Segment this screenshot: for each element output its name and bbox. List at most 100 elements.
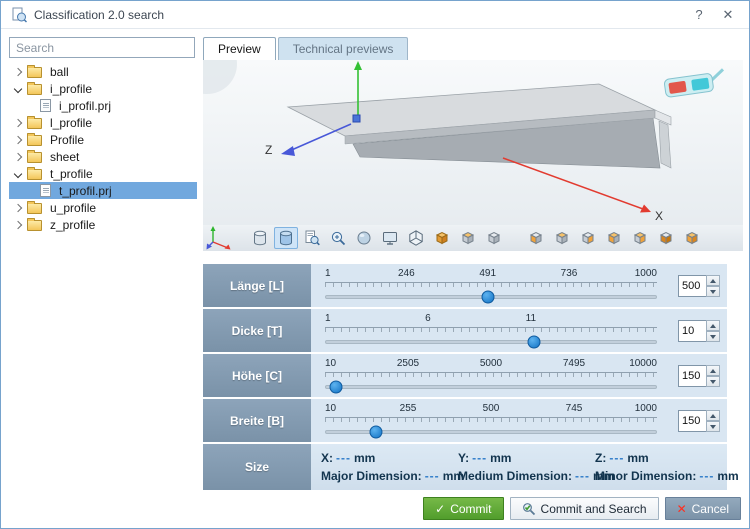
toolbar-icon[interactable] — [248, 227, 272, 249]
spin-down-button[interactable] — [706, 375, 720, 387]
toolbar-icon[interactable] — [430, 227, 454, 249]
spin-up-button[interactable] — [706, 274, 720, 286]
toolbar-icon[interactable] — [274, 227, 298, 249]
dimension-readout: Major Dimension: --- mm — [321, 469, 465, 483]
toolbar-icon[interactable] — [404, 227, 428, 249]
value-input[interactable] — [678, 319, 706, 342]
tick-label: 1000 — [634, 268, 657, 279]
spin-up-button[interactable] — [706, 409, 720, 421]
toolbar-icon[interactable] — [300, 227, 324, 249]
toolbar-main-group — [248, 227, 506, 249]
expander-icon[interactable] — [13, 67, 23, 76]
tree-item[interactable]: z_profile — [9, 216, 197, 233]
expander-icon[interactable] — [13, 203, 23, 212]
expander-icon[interactable] — [13, 84, 23, 93]
slider-track[interactable] — [325, 380, 657, 394]
cancel-button[interactable]: ✕ Cancel — [664, 497, 741, 520]
watermark-circle — [203, 60, 237, 94]
z-axis-arrow: Z — [265, 123, 352, 157]
project-file-icon — [40, 184, 51, 197]
slider-label: Dicke [T] — [203, 309, 311, 352]
tree-item[interactable]: sheet — [9, 148, 197, 165]
view-cube-icon[interactable] — [576, 227, 600, 249]
preview-panel[interactable]: Z X — [203, 60, 743, 225]
tick-label: 6 — [425, 313, 431, 324]
search-input[interactable] — [9, 37, 195, 58]
search-box — [9, 37, 195, 58]
tree-item[interactable]: ball — [9, 63, 197, 80]
tick-label: 5000 — [479, 358, 503, 369]
tick-label: 10 — [325, 358, 337, 369]
anaglyph-glasses-icon — [664, 68, 725, 98]
toolbar-icon[interactable] — [456, 227, 480, 249]
spin-up-button[interactable] — [706, 319, 720, 331]
view-cube-icon[interactable] — [524, 227, 548, 249]
view-cube-icon[interactable] — [602, 227, 626, 249]
slider-label: Länge [L] — [203, 264, 311, 307]
commit-button[interactable]: ✓ Commit — [423, 497, 504, 520]
tree-item-label: i_profil.prj — [59, 98, 112, 113]
tab[interactable]: Technical previews — [277, 37, 409, 60]
preview-3d-scene[interactable]: Z X — [203, 60, 743, 225]
spin-down-button[interactable] — [706, 420, 720, 432]
toolbar-icon[interactable] — [326, 227, 350, 249]
close-button[interactable]: ✕ — [717, 5, 739, 25]
size-xyz-row: X: --- mm Y: --- mm Z: --- mm — [321, 451, 739, 465]
toolbar-icon[interactable] — [482, 227, 506, 249]
view-cube-icon[interactable] — [680, 227, 704, 249]
view-cube-icon[interactable] — [550, 227, 574, 249]
slider-thumb[interactable] — [481, 290, 495, 304]
tick-label: 1 — [325, 313, 331, 324]
value-input[interactable] — [678, 364, 706, 387]
ruler — [325, 372, 657, 377]
tree-item-label: i_profile — [50, 81, 93, 96]
size-label: Size — [203, 444, 311, 490]
slider-thumb[interactable] — [329, 380, 343, 394]
spin-up-button[interactable] — [706, 364, 720, 376]
toolbar-icon[interactable] — [378, 227, 402, 249]
tree-item[interactable]: i_profil.prj — [9, 97, 197, 114]
expander-icon[interactable] — [13, 135, 23, 144]
commit-and-search-button-label: Commit and Search — [540, 501, 647, 516]
slider-track[interactable] — [325, 290, 657, 304]
slider-track[interactable] — [325, 335, 657, 349]
tab[interactable]: Preview — [203, 37, 276, 60]
tree-item[interactable]: i_profile — [9, 80, 197, 97]
value-spinner — [671, 309, 727, 352]
tree-item[interactable]: u_profile — [9, 199, 197, 216]
view-cube-icon[interactable] — [628, 227, 652, 249]
value-input[interactable] — [678, 409, 706, 432]
tree-item[interactable]: t_profile — [9, 165, 197, 182]
ruler — [325, 417, 657, 422]
check-icon: ✓ — [435, 501, 446, 516]
toolbar-icon[interactable] — [352, 227, 376, 249]
value-input[interactable] — [678, 274, 706, 297]
tick-labels: 1 6 11 — [325, 313, 657, 326]
slider-track[interactable] — [325, 425, 657, 439]
commit-button-label: Commit — [450, 501, 492, 516]
dimension-readout: X: --- mm — [321, 451, 376, 465]
expander-icon[interactable] — [13, 152, 23, 161]
spin-down-button[interactable] — [706, 285, 720, 297]
project-file-icon — [40, 99, 51, 112]
tree-item[interactable]: Profile — [9, 131, 197, 148]
view-cube-icon[interactable] — [654, 227, 678, 249]
expander-icon[interactable] — [13, 220, 23, 229]
slider-label: Breite [B] — [203, 399, 311, 442]
folder-icon — [27, 218, 42, 231]
folder-icon — [27, 201, 42, 214]
commit-and-search-button[interactable]: Commit and Search — [509, 497, 659, 520]
dimension-readout: Minor Dimension: --- mm — [595, 469, 739, 483]
slider-thumb[interactable] — [527, 335, 541, 349]
tick-label: 10 — [325, 403, 337, 414]
spin-down-button[interactable] — [706, 330, 720, 342]
expander-icon[interactable] — [13, 118, 23, 127]
slider-thumb[interactable] — [369, 425, 382, 439]
expander-icon[interactable] — [13, 169, 23, 178]
tree-item-label: l_profile — [50, 115, 93, 130]
slider-scale: 1 246 491 736 1000 — [311, 264, 671, 307]
help-button[interactable]: ? — [688, 5, 710, 25]
origin-handle[interactable] — [352, 114, 361, 123]
tree-item[interactable]: l_profile — [9, 114, 197, 131]
tree-item[interactable]: t_profil.prj — [9, 182, 197, 199]
